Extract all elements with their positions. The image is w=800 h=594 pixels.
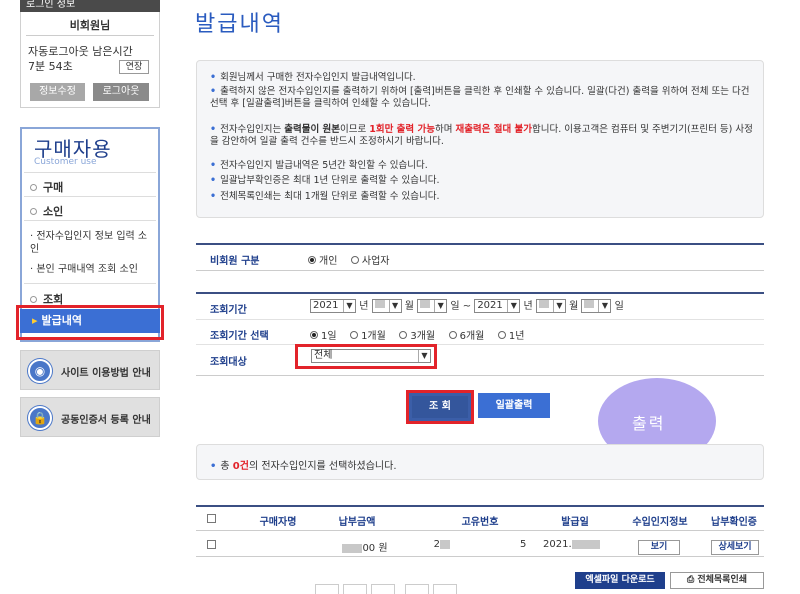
login-header-text: 로그인 정보 xyxy=(26,0,76,10)
divider xyxy=(196,344,764,345)
menu-item-purchase[interactable]: 구매 xyxy=(30,179,63,195)
menu-item-info-cancel[interactable]: · 전자수입인지 정보 입력 소인 xyxy=(30,230,156,256)
pagination-button[interactable] xyxy=(433,584,457,594)
cert-guide-label: 공동인증서 등록 안내 xyxy=(61,415,151,426)
member-type-row xyxy=(196,243,764,271)
column-header: 고유번호 xyxy=(461,517,499,528)
period-select-label: 조회기간 선택 xyxy=(210,331,269,342)
menu-item-label: 소인 xyxy=(43,205,64,218)
bullet-icon xyxy=(30,295,37,303)
cert-guide-button[interactable]: 🔒 공동인증서 등록 안내 xyxy=(20,397,160,437)
pagination-button[interactable] xyxy=(315,584,339,594)
column-header: 수입인지정보 xyxy=(632,517,688,528)
edit-info-button[interactable]: 정보수정 xyxy=(30,83,85,101)
query-button[interactable]: 조 회 xyxy=(406,390,474,424)
logout-button[interactable]: 로그아웃 xyxy=(93,83,149,101)
bullet-icon xyxy=(30,183,37,191)
radio-1month[interactable]: 1개월 xyxy=(350,331,386,342)
notice-item: • 출력하지 않은 전자수입인지를 출력하기 위하여 [출력]버튼을 클릭한 후 … xyxy=(210,86,750,109)
radio-1year[interactable]: 1년 xyxy=(497,331,524,342)
serial-cell: 25 xyxy=(433,539,527,550)
radio-business[interactable]: 사업자 xyxy=(350,256,390,267)
radio-1day[interactable]: 1일 xyxy=(310,331,337,342)
remaining-time: 7분 54초 xyxy=(28,60,73,73)
highlight-box xyxy=(16,305,164,340)
extend-button[interactable]: 연장 xyxy=(119,60,149,74)
member-type-label: 비회원 구분 xyxy=(210,256,260,267)
column-header: 납부확인증 xyxy=(711,517,757,528)
bullet-icon xyxy=(30,207,37,215)
view-button[interactable]: 보기 xyxy=(638,540,680,555)
radio-6month[interactable]: 6개월 xyxy=(448,331,484,342)
row-checkbox[interactable] xyxy=(207,540,216,552)
printer-icon: ⎙ xyxy=(686,575,698,585)
notice-item: • 전자수입인지는 출력물이 원본이므로 1회만 출력 가능하며 재출력은 절대 … xyxy=(210,124,753,147)
query-button-label: 조 회 xyxy=(412,396,468,418)
divider xyxy=(24,172,156,173)
divider xyxy=(26,35,154,36)
notice-item: • 일괄납부확인증은 최대 1년 단위로 출력할 수 있습니다. xyxy=(210,175,440,186)
period-options: 1일 1개월 3개월 6개월 1년 xyxy=(310,327,534,342)
to-year-select[interactable]: 2021 ▼ xyxy=(474,299,521,313)
auto-logout-label: 자동로그아웃 남은시간 xyxy=(28,45,133,58)
detail-view-button[interactable]: 상세보기 xyxy=(711,540,759,555)
menu-item-history-cancel[interactable]: · 본인 구매내역 조회 소인 xyxy=(30,263,156,276)
menu-subtitle: Customer use xyxy=(34,157,97,167)
divider xyxy=(24,283,156,284)
member-type-options: 개인 사업자 xyxy=(308,252,400,267)
period-label: 조회기간 xyxy=(210,305,247,316)
lock-icon: 🔒 xyxy=(28,406,52,430)
notice-item: • 전체목록인쇄는 최대 1개월 단위로 출력할 수 있습니다. xyxy=(210,191,440,202)
speech-bubble-text: 출력 xyxy=(632,414,666,433)
radio-individual[interactable]: 개인 xyxy=(308,256,337,267)
from-year-select[interactable]: 2021 ▼ xyxy=(310,299,356,313)
divider xyxy=(196,319,764,320)
guide-icon: ◉ xyxy=(28,359,52,383)
select-all-checkbox[interactable] xyxy=(207,514,216,526)
radio-3month[interactable]: 3개월 xyxy=(399,331,435,342)
menu-item-label: 본인 구매내역 조회 소인 xyxy=(36,264,138,275)
menu-item-label: 전자수입인지 정보 입력 소인 xyxy=(30,231,148,255)
excel-download-button[interactable]: 엑셀파일 다운로드 xyxy=(575,572,665,589)
pagination-button[interactable] xyxy=(371,584,395,594)
page-title: 발급내역 xyxy=(195,12,284,37)
divider xyxy=(24,220,156,221)
menu-item-label: 구매 xyxy=(43,181,64,194)
column-header: 발급일 xyxy=(561,517,589,528)
member-type-label: 비회원님 xyxy=(69,19,111,32)
from-day-select[interactable]: ▼ xyxy=(417,299,448,313)
issue-date-cell: 2021. xyxy=(543,539,613,550)
from-month-select[interactable]: ▼ xyxy=(371,299,402,313)
notice-item: • 회원님께서 구매한 전자수입인지 발급내역입니다. xyxy=(210,72,416,83)
divider xyxy=(24,196,156,197)
target-select[interactable]: 전체 ▼ xyxy=(311,349,431,363)
target-label: 조회대상 xyxy=(210,357,247,368)
site-guide-button[interactable]: ◉ 사이트 이용방법 안내 xyxy=(20,350,160,390)
notice-item: • 전자수입인지 발급내역은 5년간 확인할 수 있습니다. xyxy=(210,160,428,171)
column-header: 납부금액 xyxy=(338,517,376,528)
to-day-select[interactable]: ▼ xyxy=(581,299,612,313)
site-guide-label: 사이트 이용방법 안내 xyxy=(61,368,151,379)
period-selectors: 2021 ▼ 년 ▼ 월 ▼ 일 ~ 2021 ▼ 년 ▼ 월 ▼ 일 xyxy=(310,297,624,313)
bulk-print-button[interactable]: 일괄출력 xyxy=(478,393,550,418)
to-month-select[interactable]: ▼ xyxy=(535,299,566,313)
amount-cell: 00 원 xyxy=(330,539,400,554)
pagination-button[interactable] xyxy=(405,584,429,594)
pagination-button[interactable] xyxy=(343,584,367,594)
menu-item-cancel[interactable]: 소인 xyxy=(30,203,63,219)
login-info-header: 로그인 정보 xyxy=(20,0,160,12)
selection-count: • 총 0건의 전자수입인지를 선택하셨습니다. xyxy=(210,461,397,472)
print-all-button[interactable]: ⎙ 전체목록인쇄 xyxy=(670,572,764,589)
column-header: 구매자명 xyxy=(259,517,297,528)
